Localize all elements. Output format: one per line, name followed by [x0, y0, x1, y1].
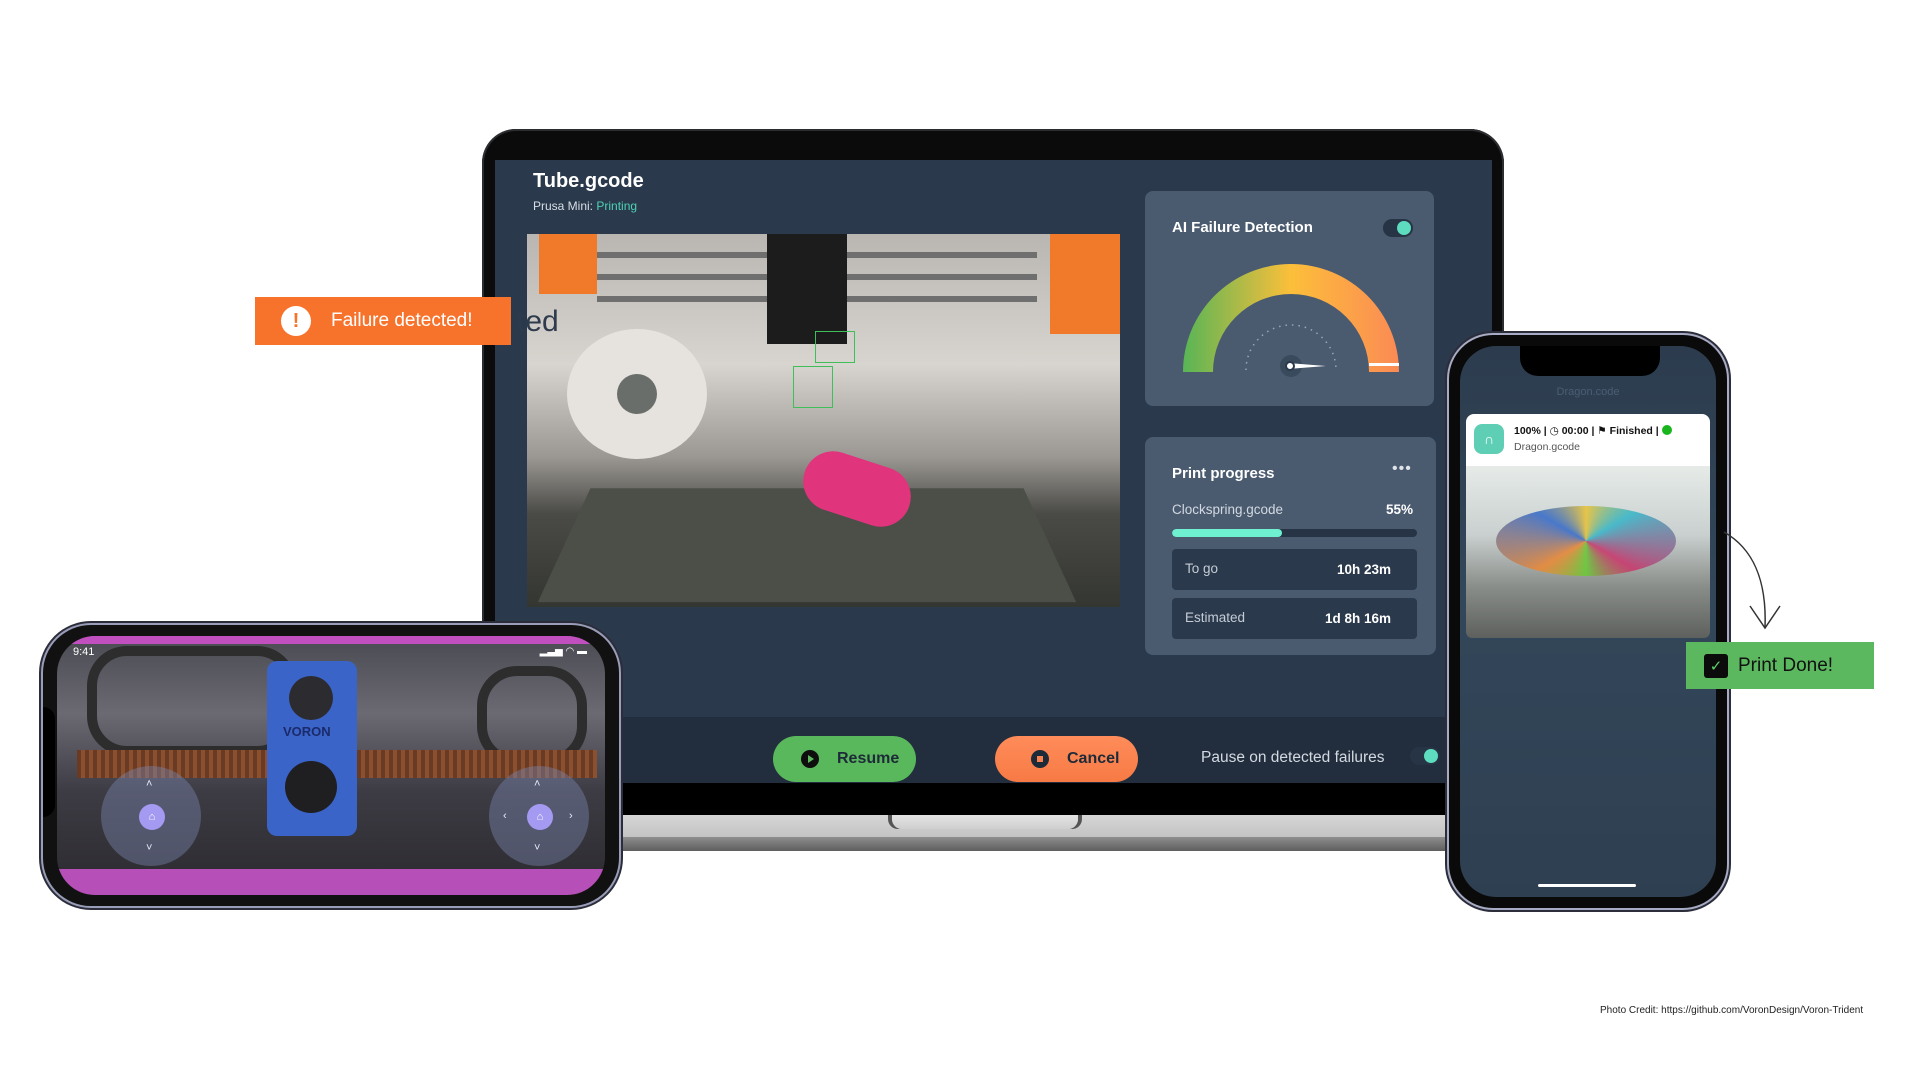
dragon-model — [1496, 506, 1676, 576]
estimated-label: Estimated — [1185, 610, 1246, 625]
pause-on-failures-label: Pause on detected failures — [1201, 749, 1385, 766]
print-notification[interactable]: ∩ 100% | ◷ 00:00 | ⚑ Finished | Dragon.g… — [1466, 414, 1710, 466]
failure-detected-banner: ! Failure detected! — [255, 297, 511, 345]
z-joystick[interactable]: ˄ ⌂ ˅ — [101, 766, 201, 866]
cable-chain — [87, 646, 297, 756]
detection-box — [793, 366, 833, 408]
printer-frame-right — [1050, 234, 1120, 334]
home-icon[interactable]: ⌂ — [139, 804, 165, 830]
cancel-button[interactable]: Cancel — [995, 736, 1138, 782]
cancel-label: Cancel — [1067, 750, 1120, 767]
detection-box — [815, 331, 855, 363]
resume-label: Resume — [837, 750, 900, 767]
failure-text: Failure detected! — [331, 310, 473, 331]
play-icon — [801, 750, 819, 768]
notification-status: 100% | ◷ 00:00 | ⚑ Finished | — [1514, 425, 1672, 437]
progress-file-name: Clockspring.gcode — [1172, 502, 1284, 517]
portrait-phone: Dragon.code ∩ 100% | ◷ 00:00 | ⚑ Finishe… — [1449, 335, 1727, 908]
file-title: Tube.gcode — [533, 170, 644, 192]
phone-notch — [1520, 346, 1660, 376]
progress-bar-fill — [1172, 529, 1283, 537]
laptop-base-lower — [486, 837, 1500, 851]
print-progress-title: Print progress — [1172, 465, 1275, 482]
phone-screen: Dragon.code ∩ 100% | ◷ 00:00 | ⚑ Finishe… — [1460, 346, 1716, 897]
to-go-value: 10h 23m — [1336, 562, 1391, 577]
checkbox-icon: ✓ — [1704, 653, 1728, 678]
extruder — [767, 234, 847, 344]
estimated-value: 1d 8h 16m — [1324, 611, 1391, 626]
arrow-down-icon[interactable]: ˅ — [146, 842, 152, 854]
failure-gauge — [1183, 264, 1399, 377]
fan — [289, 676, 333, 720]
to-go-row: To go 10h 23m — [1172, 549, 1417, 590]
webcam-feed — [527, 234, 1120, 607]
app-icon: ∩ — [1474, 424, 1504, 454]
progress-percent: 55% — [1386, 502, 1414, 517]
dragon-print-image — [1466, 466, 1710, 638]
arrow-up-icon[interactable]: ˄ — [534, 778, 540, 790]
resume-button[interactable]: Resume — [773, 736, 916, 782]
gauge-marker — [1369, 363, 1399, 366]
ai-panel-title: AI Failure Detection — [1172, 219, 1313, 236]
toggle-knob — [1397, 221, 1411, 235]
alert-icon: ! — [281, 306, 311, 336]
stop-icon — [1031, 750, 1049, 768]
notification-file: Dragon.gcode — [1514, 441, 1580, 453]
more-dots-icon[interactable]: ••• — [1392, 460, 1412, 478]
frame-rail — [57, 869, 605, 895]
notification-status-text: 100% | ◷ 00:00 | ⚑ Finished | — [1514, 425, 1662, 437]
phone-notch — [43, 707, 55, 817]
arrow-left-icon[interactable]: ‹ — [503, 810, 507, 822]
printer-name: Prusa Mini: — [533, 199, 594, 213]
phone-camera-view: VORON 9:41 ▂▃▅ ◠ ▬ ˄ ⌂ ˅ ˄ ‹ ⌂ › ˅ — [57, 636, 605, 895]
home-indicator — [1538, 884, 1636, 887]
print-done-text: Print Done! — [1738, 654, 1834, 676]
voron-logo: VORON — [283, 724, 331, 739]
frame-rail — [57, 636, 605, 644]
print-done-banner: ✓ Print Done! — [1686, 642, 1874, 689]
ai-detection-toggle[interactable] — [1383, 219, 1413, 237]
printer-state: Printing — [596, 199, 638, 213]
arrow-down-icon[interactable]: ˅ — [534, 842, 540, 854]
arrow-right-icon[interactable]: › — [569, 810, 573, 822]
printer-frame-left — [539, 234, 597, 294]
pause-on-failures-toggle[interactable] — [1410, 747, 1440, 765]
donut-hole — [617, 374, 657, 414]
xy-joystick[interactable]: ˄ ‹ ⌂ › ˅ — [489, 766, 589, 866]
status-time: 9:41 — [73, 646, 95, 658]
laptop-bezel — [482, 783, 1504, 815]
estimated-row: Estimated 1d 8h 16m — [1172, 598, 1417, 639]
status-dot-icon — [1661, 425, 1672, 435]
printer-status: Prusa Mini: Printing — [533, 199, 637, 213]
background-ghost-text: ted — [517, 305, 559, 338]
phone-header-title: Dragon.code — [1556, 386, 1620, 398]
progress-bar — [1172, 529, 1417, 537]
to-go-label: To go — [1185, 561, 1219, 576]
toggle-knob — [1424, 749, 1438, 763]
landscape-phone: VORON 9:41 ▂▃▅ ◠ ▬ ˄ ⌂ ˅ ˄ ‹ ⌂ › ˅ — [43, 625, 619, 906]
status-icons: ▂▃▅ ◠ ▬ — [539, 646, 587, 657]
arrow-up-icon[interactable]: ˄ — [146, 778, 152, 790]
laptop-notch — [892, 815, 1078, 829]
home-icon[interactable]: ⌂ — [527, 804, 553, 830]
gauge-hub — [1285, 361, 1295, 371]
print-bed — [537, 488, 1077, 603]
photo-credit: Photo Credit: https://github.com/VoronDe… — [1600, 1005, 1864, 1016]
fan — [285, 761, 337, 813]
curved-arrow-icon — [1723, 531, 1781, 630]
